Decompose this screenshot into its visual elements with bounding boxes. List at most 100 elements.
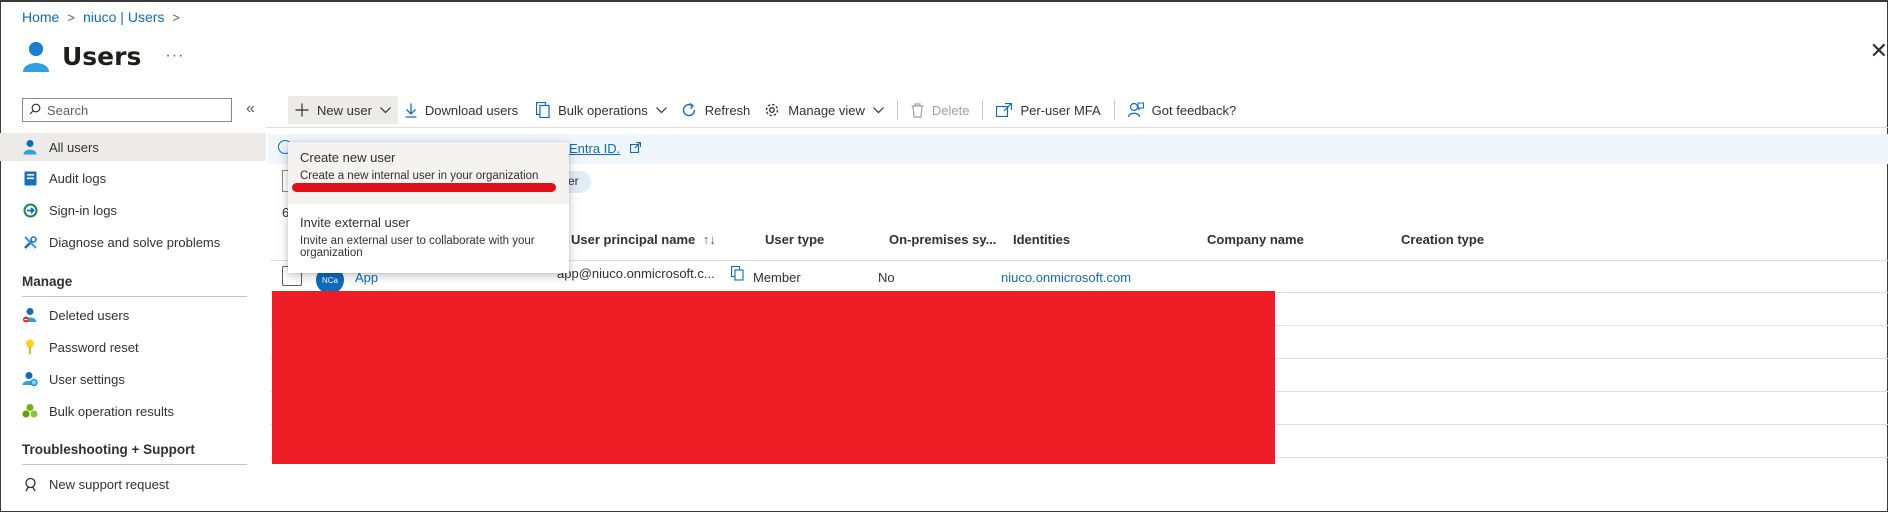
search-input[interactable] [47, 102, 217, 118]
bulk-results-icon [22, 403, 38, 419]
bulk-operations-label: Bulk operations [558, 102, 648, 118]
menu-item-description: Create a new internal user in your organ… [300, 170, 539, 182]
divider [22, 464, 247, 465]
trash-icon [911, 102, 924, 118]
manage-view-button[interactable]: Manage view [757, 96, 891, 124]
download-users-button[interactable]: Download users [398, 96, 525, 124]
sidebar-item-sign-in-logs[interactable]: Sign-in logs [20, 196, 266, 224]
sidebar-item-password-reset[interactable]: Password reset [20, 333, 266, 361]
key-icon [22, 339, 38, 355]
feedback-label: Got feedback? [1151, 102, 1237, 118]
menu-item-create-new-user[interactable]: Create new user Create a new internal us… [288, 142, 569, 204]
sidebar-item-deleted-users[interactable]: Deleted users [20, 301, 266, 329]
column-header-upn[interactable]: User principal name ↑↓ [571, 232, 716, 247]
toolbar-divider [1113, 100, 1115, 120]
audit-log-icon [22, 170, 38, 186]
bulk-document-icon [536, 102, 550, 118]
close-icon[interactable]: ✕ [1870, 38, 1888, 64]
copy-icon[interactable] [730, 265, 744, 284]
collapse-sidebar-button[interactable]: « [246, 100, 255, 118]
toolbar-divider [982, 100, 984, 120]
per-user-mfa-label: Per-user MFA [1020, 102, 1101, 118]
command-bar-divider [266, 127, 1888, 128]
sidebar-item-label: Sign-in logs [49, 202, 117, 218]
feedback-button[interactable]: Got feedback? [1121, 96, 1244, 124]
redaction-block [272, 291, 1275, 464]
sidebar-item-label: Password reset [49, 339, 139, 355]
breadcrumb-separator: > [67, 9, 75, 25]
sidebar-item-label: Bulk operation results [49, 403, 175, 419]
sidebar-item-label: Diagnose and solve problems [49, 234, 221, 250]
refresh-button[interactable]: Refresh [674, 96, 758, 124]
download-icon [405, 103, 417, 118]
users-icon [20, 38, 52, 74]
breadcrumb: Home > niuco | Users > [22, 9, 180, 25]
support-icon [22, 476, 38, 492]
column-header-user-type[interactable]: User type [765, 232, 824, 247]
external-link-icon [630, 141, 642, 156]
refresh-icon [681, 102, 697, 118]
sidebar-item-diagnose[interactable]: Diagnose and solve problems [20, 228, 266, 256]
sidebar-item-label: Audit logs [49, 170, 107, 186]
column-header-on-premises[interactable]: On-premises sy... [889, 232, 996, 247]
breadcrumb-parent-link[interactable]: niuco | Users [83, 9, 164, 25]
deleted-user-icon [22, 307, 38, 323]
sidebar-item-label: Deleted users [49, 307, 130, 323]
identities-link[interactable]: niuco.onmicrosoft.com [1001, 270, 1131, 285]
feedback-icon [1127, 102, 1144, 118]
sidebar-item-new-support-request[interactable]: New support request [20, 470, 266, 498]
user-type-value: Member [753, 270, 801, 285]
user-icon [22, 139, 38, 155]
column-header-label: User principal name [571, 232, 696, 247]
sidebar-item-audit-logs[interactable]: Audit logs [20, 164, 266, 192]
menu-item-description: Invite an external user to collaborate w… [300, 235, 535, 259]
column-header-company[interactable]: Company name [1207, 232, 1304, 247]
menu-item-invite-external-user[interactable]: Invite external user Invite an external … [288, 210, 569, 270]
command-bar: New user Download users Bulk operations … [288, 96, 1243, 124]
page-title: Users [62, 41, 142, 71]
sidebar-item-all-users[interactable]: All users [0, 133, 266, 161]
chevron-down-icon [872, 106, 884, 114]
sidebar-section-support: Troubleshooting + Support [22, 442, 195, 457]
sidebar-item-user-settings[interactable]: User settings [20, 365, 266, 393]
user-principal-name: app@niuco.onmicrosoft.c... [557, 266, 715, 281]
on-premises-value: No [878, 270, 895, 285]
download-users-label: Download users [424, 102, 519, 118]
new-user-dropdown-menu: Create new user Create a new internal us… [288, 142, 569, 273]
per-user-mfa-button[interactable]: Per-user MFA [989, 96, 1107, 124]
column-header-identities[interactable]: Identities [1013, 232, 1070, 247]
sidebar-item-label: All users [49, 139, 99, 155]
manage-view-label: Manage view [788, 102, 865, 118]
breadcrumb-home-link[interactable]: Home [22, 9, 59, 25]
gear-icon [764, 102, 780, 118]
menu-item-title: Invite external user [300, 215, 410, 230]
sidebar-item-label: User settings [49, 371, 125, 387]
new-user-label: New user [317, 102, 372, 118]
refresh-label: Refresh [704, 102, 751, 118]
toolbar-divider [896, 100, 898, 120]
user-settings-icon [22, 371, 38, 387]
more-options-button[interactable]: ··· [165, 47, 184, 65]
delete-label: Delete [931, 102, 970, 118]
page-header: Users ··· [20, 38, 184, 74]
plus-icon [295, 103, 309, 117]
column-header-creation-type[interactable]: Creation type [1401, 232, 1484, 247]
chevron-down-icon [655, 106, 667, 114]
divider [22, 296, 247, 297]
search-icon [29, 103, 41, 118]
red-highlight-mark [292, 183, 556, 192]
bulk-operations-button[interactable]: Bulk operations [529, 96, 674, 124]
sidebar-item-bulk-results[interactable]: Bulk operation results [20, 397, 266, 425]
breadcrumb-separator: > [172, 9, 180, 25]
new-user-button[interactable]: New user [288, 96, 398, 124]
sidebar-search [22, 98, 232, 122]
delete-button[interactable]: Delete [904, 96, 977, 124]
external-link-icon [996, 103, 1013, 117]
sort-icon: ↑↓ [702, 232, 716, 247]
sidebar-item-label: New support request [49, 476, 169, 492]
sidebar-section-manage: Manage [22, 274, 73, 289]
sign-in-icon [22, 202, 38, 218]
banner-link[interactable]: Entra ID. [569, 141, 642, 156]
chevron-down-icon [379, 106, 391, 114]
menu-item-title: Create new user [300, 150, 396, 165]
